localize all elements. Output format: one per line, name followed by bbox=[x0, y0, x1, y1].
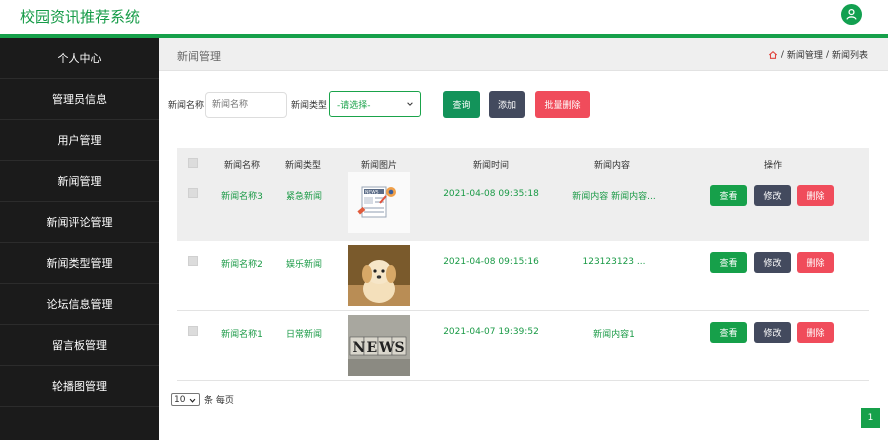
news-name: 新闻名称3 bbox=[221, 192, 263, 202]
news-type: 娱乐新闻 bbox=[285, 260, 322, 270]
news-name-label: 新闻名称 bbox=[168, 101, 205, 111]
sidebar-item-label: 用户管理 bbox=[57, 134, 102, 147]
breadcrumb-separator: / bbox=[780, 49, 784, 60]
select-all-checkbox[interactable] bbox=[188, 158, 198, 168]
table-row: 新闻名称3 紧急新闻 NEWS 2021-04-08 09:35:18 新闻内容… bbox=[177, 172, 869, 241]
user-icon bbox=[846, 8, 857, 20]
news-time: 2021-04-07 19:39:52 bbox=[443, 327, 539, 337]
delete-button[interactable]: 删除 bbox=[797, 322, 834, 343]
svg-text:NEWS: NEWS bbox=[365, 190, 379, 196]
edit-button[interactable]: 修改 bbox=[754, 185, 791, 206]
news-content: 新闻内容 新闻内容... bbox=[572, 192, 656, 202]
news-name: 新闻名称2 bbox=[221, 260, 263, 270]
add-button[interactable]: 添加 bbox=[489, 91, 525, 118]
row-checkbox[interactable] bbox=[188, 188, 198, 198]
edit-button[interactable]: 修改 bbox=[754, 322, 791, 343]
search-bar: 新闻名称 新闻类型 -请选择- 查询 添加 批量删除 bbox=[159, 90, 888, 120]
delete-button[interactable]: 删除 bbox=[797, 252, 834, 273]
page-size-value: 10 bbox=[174, 394, 186, 405]
user-avatar-button[interactable] bbox=[841, 4, 862, 25]
column-header-type: 新闻类型 bbox=[284, 161, 321, 171]
row-checkbox[interactable] bbox=[188, 326, 198, 336]
sidebar-item-user-management[interactable]: 用户管理 bbox=[0, 120, 159, 161]
top-bar: 校园资讯推荐系统 bbox=[0, 0, 888, 34]
news-type: 日常新闻 bbox=[285, 330, 322, 340]
query-button[interactable]: 查询 bbox=[443, 91, 480, 118]
svg-text:E: E bbox=[367, 340, 378, 356]
app-title: 校园资讯推荐系统 bbox=[20, 8, 141, 26]
sidebar-item-label: 轮播图管理 bbox=[52, 380, 107, 393]
column-header-actions: 操作 bbox=[763, 161, 782, 171]
home-icon[interactable] bbox=[768, 50, 778, 60]
pagination-size: 10 条 每页 bbox=[171, 393, 234, 406]
page-number-current[interactable]: 1 bbox=[861, 408, 880, 428]
sidebar-item-label: 个人中心 bbox=[57, 52, 102, 65]
sidebar-item-label: 新闻评论管理 bbox=[46, 216, 113, 229]
sidebar-item-message-board[interactable]: 留言板管理 bbox=[0, 325, 159, 366]
chevron-down-icon bbox=[407, 102, 413, 106]
breadcrumb: / 新闻管理 / 新闻列表 bbox=[768, 48, 868, 61]
news-type: 紧急新闻 bbox=[285, 192, 322, 202]
sidebar-item-news-management[interactable]: 新闻管理 bbox=[0, 161, 159, 202]
sidebar-item-label: 管理员信息 bbox=[52, 93, 107, 106]
puppy-photo bbox=[348, 245, 410, 306]
sidebar-item-label: 论坛信息管理 bbox=[46, 298, 113, 311]
news-time: 2021-04-08 09:35:18 bbox=[443, 189, 539, 199]
column-header-time: 新闻时间 bbox=[472, 161, 509, 171]
column-header-image: 新闻图片 bbox=[360, 161, 397, 171]
main-content: 新闻管理 / 新闻管理 / 新闻列表 新闻名称 新闻类型 -请选择- 查询 添加… bbox=[159, 38, 888, 440]
view-button[interactable]: 查看 bbox=[710, 252, 747, 273]
page-title: 新闻管理 bbox=[177, 50, 221, 63]
breadcrumb-item-news-management[interactable]: 新闻管理 bbox=[787, 48, 823, 61]
breadcrumb-separator: / bbox=[825, 49, 829, 60]
sidebar-item-news-types[interactable]: 新闻类型管理 bbox=[0, 243, 159, 284]
page-size-select[interactable]: 10 bbox=[171, 393, 200, 406]
view-button[interactable]: 查看 bbox=[710, 322, 747, 343]
sidebar-item-label: 新闻类型管理 bbox=[46, 257, 113, 270]
sidebar: 个人中心 管理员信息 用户管理 新闻管理 新闻评论管理 新闻类型管理 论坛信息管… bbox=[0, 38, 159, 440]
news-type-select[interactable]: -请选择- bbox=[329, 91, 421, 117]
table-row: 新闻名称1 日常新闻 N E W S 2021-04-07 19:39:52 新… bbox=[177, 312, 869, 381]
table-row: 新闻名称2 娱乐新闻 2021-04-08 09:15:16 123123123… bbox=[177, 242, 869, 311]
news-type-selected: -请选择- bbox=[337, 100, 371, 111]
column-header-content: 新闻内容 bbox=[593, 161, 630, 171]
news-blocks-photo: N E W S bbox=[348, 315, 410, 376]
news-content: 新闻内容1 bbox=[593, 330, 635, 340]
news-name-input[interactable] bbox=[205, 92, 287, 118]
sidebar-item-personal-center[interactable]: 个人中心 bbox=[0, 38, 159, 79]
sidebar-item-label: 留言板管理 bbox=[52, 339, 107, 352]
delete-button[interactable]: 删除 bbox=[797, 185, 834, 206]
sidebar-item-admin-info[interactable]: 管理员信息 bbox=[0, 79, 159, 120]
news-type-label: 新闻类型 bbox=[291, 101, 328, 111]
svg-text:N: N bbox=[353, 340, 366, 356]
svg-text:W: W bbox=[378, 340, 395, 356]
news-name: 新闻名称1 bbox=[221, 330, 263, 340]
sidebar-item-label: 新闻管理 bbox=[57, 175, 102, 188]
row-checkbox[interactable] bbox=[188, 256, 198, 266]
news-illustration-icon: NEWS bbox=[348, 172, 410, 233]
svg-text:S: S bbox=[395, 340, 405, 356]
sidebar-item-forum[interactable]: 论坛信息管理 bbox=[0, 284, 159, 325]
page-header: 新闻管理 / 新闻管理 / 新闻列表 bbox=[159, 38, 888, 71]
batch-delete-button[interactable]: 批量删除 bbox=[535, 91, 590, 118]
edit-button[interactable]: 修改 bbox=[754, 252, 791, 273]
sidebar-item-news-comments[interactable]: 新闻评论管理 bbox=[0, 202, 159, 243]
chevron-down-icon bbox=[189, 398, 196, 403]
view-button[interactable]: 查看 bbox=[710, 185, 747, 206]
news-table: 新闻名称 新闻类型 新闻图片 新闻时间 新闻内容 操作 新闻名称3 紧急新闻 N… bbox=[177, 148, 869, 382]
per-page-label: 条 每页 bbox=[204, 396, 234, 406]
sidebar-item-carousel[interactable]: 轮播图管理 bbox=[0, 366, 159, 407]
breadcrumb-item-news-list: 新闻列表 bbox=[831, 51, 868, 61]
column-header-name: 新闻名称 bbox=[223, 161, 260, 171]
news-time: 2021-04-08 09:15:16 bbox=[443, 257, 539, 267]
news-content: 123123123 ... bbox=[582, 257, 646, 267]
